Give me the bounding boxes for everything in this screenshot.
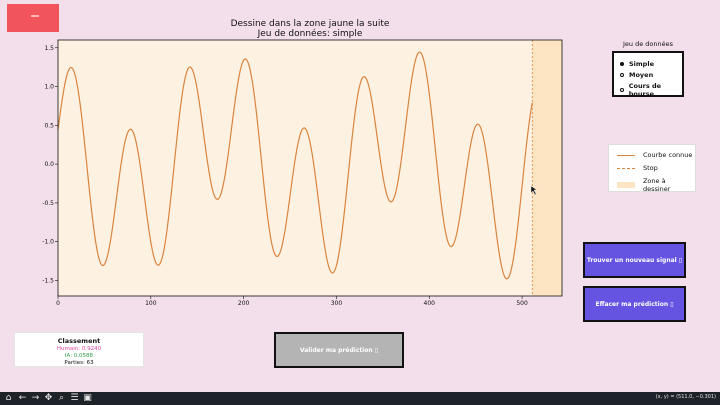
x-tick-label: 100 <box>145 300 157 307</box>
validate-prediction-button[interactable]: Valider ma prédiction ▯ <box>274 332 404 368</box>
plot-background <box>58 40 562 296</box>
radio-dot-icon <box>620 88 624 92</box>
legend-dash-icon <box>617 167 635 169</box>
score-human: Humain: 0.9240 <box>56 346 102 352</box>
legend-label: Courbe connue <box>643 151 693 159</box>
zoom-icon[interactable]: ⌕ <box>56 393 67 404</box>
draw-zone[interactable] <box>532 40 562 296</box>
scoreboard: Classement Humain: 0.9240 IA: 0.0588 Par… <box>14 332 144 367</box>
x-axis: 0 100 200 300 400 500 <box>56 296 528 307</box>
radio-dot-icon <box>620 62 624 66</box>
y-tick-label: -0.5 <box>42 200 54 207</box>
x-tick-label: 400 <box>424 300 436 307</box>
y-tick-label: -1.5 <box>42 277 54 284</box>
dataset-selector-title: Jeu de données <box>622 40 674 48</box>
configure-icon[interactable]: ☰ <box>69 393 80 404</box>
new-signal-button[interactable]: Trouver un nouveau signal ▯ <box>583 242 686 278</box>
scoreboard-title: Classement <box>57 337 101 345</box>
x-tick-label: 0 <box>56 300 60 307</box>
legend-label: Zone à dessiner <box>642 177 671 193</box>
legend-box-icon <box>617 182 635 188</box>
y-tick-label: 0.0 <box>44 161 54 168</box>
radio-label: Simple <box>629 60 654 68</box>
score-games: Parties: 63 <box>64 360 94 366</box>
forward-icon[interactable]: → <box>30 393 41 404</box>
legend-item-courbe: Courbe connue <box>617 151 692 159</box>
y-tick-label: 1.5 <box>44 45 54 52</box>
y-tick-label: 1.0 <box>44 84 54 91</box>
legend-item-stop: Stop <box>617 164 658 172</box>
radio-dot-icon <box>620 73 624 77</box>
radio-moyen[interactable]: Moyen <box>620 71 653 79</box>
back-icon[interactable]: ← <box>17 393 28 404</box>
y-axis: 1.5 1.0 0.5 0.0 -0.5 -1.0 -1.5 <box>42 45 58 284</box>
matplotlib-toolbar: ⌂ ← → ✥ ⌕ ☰ ▣ (x, y) = (511.0, −0.301) <box>0 392 720 405</box>
y-tick-label: -1.0 <box>42 239 54 246</box>
radio-cours-de-bourse[interactable]: Cours de bourse <box>620 82 682 98</box>
x-tick-label: 300 <box>331 300 343 307</box>
radio-simple[interactable]: Simple <box>620 60 654 68</box>
radio-label: Cours de bourse <box>628 82 662 98</box>
save-icon[interactable]: ▣ <box>82 393 93 404</box>
radio-label: Moyen <box>629 71 654 79</box>
cursor-coordinates: (x, y) = (511.0, −0.301) <box>655 394 716 400</box>
home-icon[interactable]: ⌂ <box>3 393 14 404</box>
y-tick-label: 0.5 <box>44 122 54 129</box>
legend-line-icon <box>617 154 635 156</box>
legend-label: Stop <box>643 164 658 172</box>
dataset-selector: Simple Moyen Cours de bourse <box>612 51 684 98</box>
x-tick-label: 500 <box>516 300 528 307</box>
pan-icon[interactable]: ✥ <box>43 393 54 404</box>
chart-legend: Courbe connue Stop Zone à dessiner <box>608 144 696 193</box>
legend-item-zone: Zone à dessiner <box>617 177 695 193</box>
score-ia: IA: 0.0588 <box>64 353 94 359</box>
x-tick-label: 200 <box>238 300 250 307</box>
clear-prediction-button[interactable]: Effacer ma prédiction ▯ <box>583 286 686 322</box>
